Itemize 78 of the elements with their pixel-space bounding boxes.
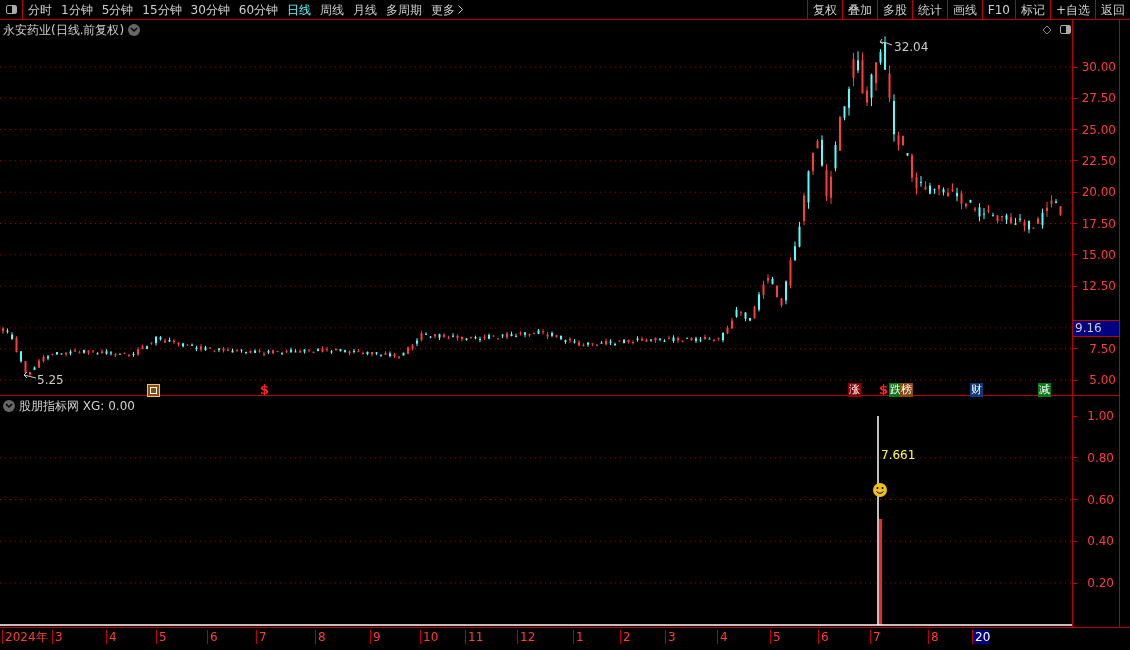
toolbar-button[interactable]: 多股: [876, 0, 912, 19]
date-label: 4: [106, 630, 117, 644]
date-label: 20: [972, 630, 991, 644]
chevron-down-icon[interactable]: [3, 400, 15, 412]
indicator-value-label: 7.661: [881, 447, 916, 464]
date-label: 6: [207, 630, 218, 644]
event-tag[interactable]: 财: [970, 383, 983, 397]
toolbar-button[interactable]: 统计: [911, 0, 947, 19]
date-label: 7: [870, 630, 881, 644]
date-label: 8: [315, 630, 326, 644]
toolbar-button[interactable]: 返回: [1095, 0, 1130, 19]
current-price-label: 9.16: [1073, 319, 1119, 337]
date-label: 3: [665, 630, 676, 644]
period-tab[interactable]: 周线: [320, 0, 345, 19]
date-label: 6: [818, 630, 829, 644]
period-tab[interactable]: 60分钟: [238, 0, 279, 19]
period-tab[interactable]: 5分钟: [101, 0, 134, 19]
axis-label: 20.00: [1081, 185, 1117, 200]
period-tab[interactable]: 月线: [353, 0, 378, 19]
toolbar-button[interactable]: +自选: [1049, 0, 1095, 19]
panel-icon: [5, 5, 17, 14]
axis-label: 25.00: [1081, 122, 1117, 137]
axis-label: 1.00: [1087, 409, 1115, 423]
date-label: 9: [370, 630, 381, 644]
low-price-label: 5.25: [37, 372, 64, 389]
axis-label: 30.00: [1081, 60, 1117, 74]
date-label: 4: [717, 630, 728, 644]
chevron-down-icon[interactable]: [128, 24, 141, 36]
event-tag[interactable]: 榜: [900, 383, 913, 397]
low-pointer-icon: [23, 371, 37, 379]
axis-label: 0.40: [1087, 534, 1115, 549]
toolbar-button[interactable]: 复权: [806, 0, 842, 19]
axis-label: 0.80: [1087, 450, 1115, 465]
axis-label: 17.50: [1081, 216, 1117, 231]
toolbar-button[interactable]: 叠加: [841, 0, 877, 19]
event-tag[interactable]: 减: [1038, 383, 1051, 397]
date-label: 5: [770, 630, 781, 644]
period-tab[interactable]: 分时: [28, 0, 52, 19]
review-icon[interactable]: [147, 384, 160, 397]
axis-label: 27.50: [1081, 91, 1117, 106]
axis-label: 12.50: [1081, 279, 1117, 294]
axis-label: 5.00: [1089, 373, 1117, 387]
toolbar-button[interactable]: 画线: [946, 0, 982, 19]
date-label: 5: [156, 630, 167, 644]
period-tab[interactable]: 30分钟: [190, 0, 230, 19]
diamond-icon[interactable]: [1042, 25, 1052, 35]
toolbar-button[interactable]: 标记: [1014, 0, 1050, 19]
high-price-label: 32.04: [894, 39, 929, 56]
smiley-icon: [873, 483, 887, 497]
axis-label: 0.20: [1087, 576, 1115, 590]
chevron-right-icon[interactable]: [458, 5, 464, 14]
period-tab[interactable]: 日线: [287, 0, 312, 19]
toolbar-button[interactable]: F10: [981, 0, 1015, 19]
event-tag[interactable]: 跌: [889, 383, 902, 397]
period-tab[interactable]: 15分钟: [142, 0, 182, 19]
date-label: 12: [517, 630, 536, 644]
period-tab[interactable]: 多周期: [386, 0, 423, 19]
date-label: 11: [465, 630, 484, 644]
date-label: 7: [256, 630, 267, 644]
chart-title: 永安药业(日线.前复权): [3, 22, 125, 39]
period-tab[interactable]: 更多: [431, 0, 456, 19]
date-label: 3: [52, 630, 63, 644]
date-label: 1: [573, 630, 584, 644]
event-tag[interactable]: 涨: [848, 383, 861, 397]
dollar-marker[interactable]: $: [879, 382, 889, 397]
dollar-marker[interactable]: $: [260, 382, 270, 397]
indicator-title: 股朋指标网 XG: 0.00: [19, 398, 135, 415]
date-label: 2: [620, 630, 631, 644]
axis-label: 7.50: [1089, 341, 1117, 356]
axis-label: 15.00: [1081, 247, 1117, 262]
period-tab[interactable]: 1分钟: [61, 0, 93, 19]
high-pointer-icon: [879, 38, 893, 46]
date-label: 8: [928, 630, 939, 644]
date-label: 10: [420, 630, 439, 644]
panel-icon[interactable]: [1060, 25, 1071, 34]
axis-label: 22.50: [1081, 153, 1117, 168]
date-label: 2024年: [2, 630, 48, 644]
axis-label: 0.60: [1087, 492, 1115, 507]
